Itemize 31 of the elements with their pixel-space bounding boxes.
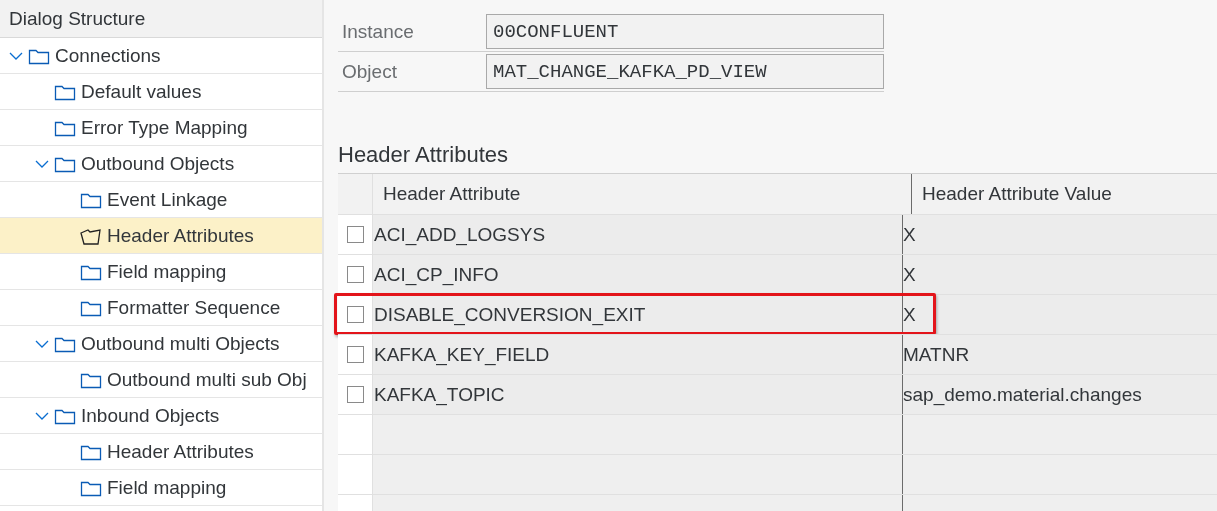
field-label: Instance xyxy=(341,20,415,43)
checkbox[interactable] xyxy=(346,226,364,243)
table-cell-text: X xyxy=(903,302,917,327)
table-cell-text: X xyxy=(903,222,917,247)
checkbox[interactable] xyxy=(346,386,364,403)
tree-item[interactable]: Outbound Objects xyxy=(0,146,322,182)
tree-item[interactable]: Field mapping xyxy=(0,254,322,290)
checkbox[interactable] xyxy=(346,306,364,323)
input-field[interactable]: MAT_CHANGE_KAFKA_PD_VIEW xyxy=(486,54,884,89)
tree-item[interactable]: Connections xyxy=(0,38,322,74)
tree-item[interactable]: Header Attributes xyxy=(0,218,322,254)
tree-item[interactable]: Error Type Mapping xyxy=(0,110,322,146)
field-label: Object xyxy=(341,60,398,83)
panel-title: Dialog Structure xyxy=(0,0,322,38)
open-folder-icon xyxy=(80,226,102,245)
column-header: Header Attribute Value xyxy=(921,182,1113,206)
tree-item[interactable]: Field mapping xyxy=(0,470,322,506)
table-cell: ACI_CP_INFO xyxy=(373,255,903,294)
tree-item[interactable]: Outbound multi sub Obj xyxy=(0,362,322,398)
checkbox[interactable] xyxy=(346,266,364,283)
tree-item[interactable]: Inbound Objects xyxy=(0,398,322,434)
section-title: Header Attributes xyxy=(338,141,509,169)
table-cell-text: sap_demo.material.changes xyxy=(903,382,1143,408)
tree-item[interactable]: Outbound multi Objects xyxy=(0,326,322,362)
input-field[interactable]: 00CONFLUENT xyxy=(486,14,884,49)
tree-item[interactable]: Formatter Sequence xyxy=(0,290,322,326)
checkbox[interactable] xyxy=(346,346,364,363)
table-cell-text: MATNR xyxy=(903,342,971,367)
table-cell-text: X xyxy=(903,262,917,287)
tree-item[interactable]: Default values xyxy=(0,74,322,110)
tree-item[interactable]: Header Attributes xyxy=(0,434,322,470)
